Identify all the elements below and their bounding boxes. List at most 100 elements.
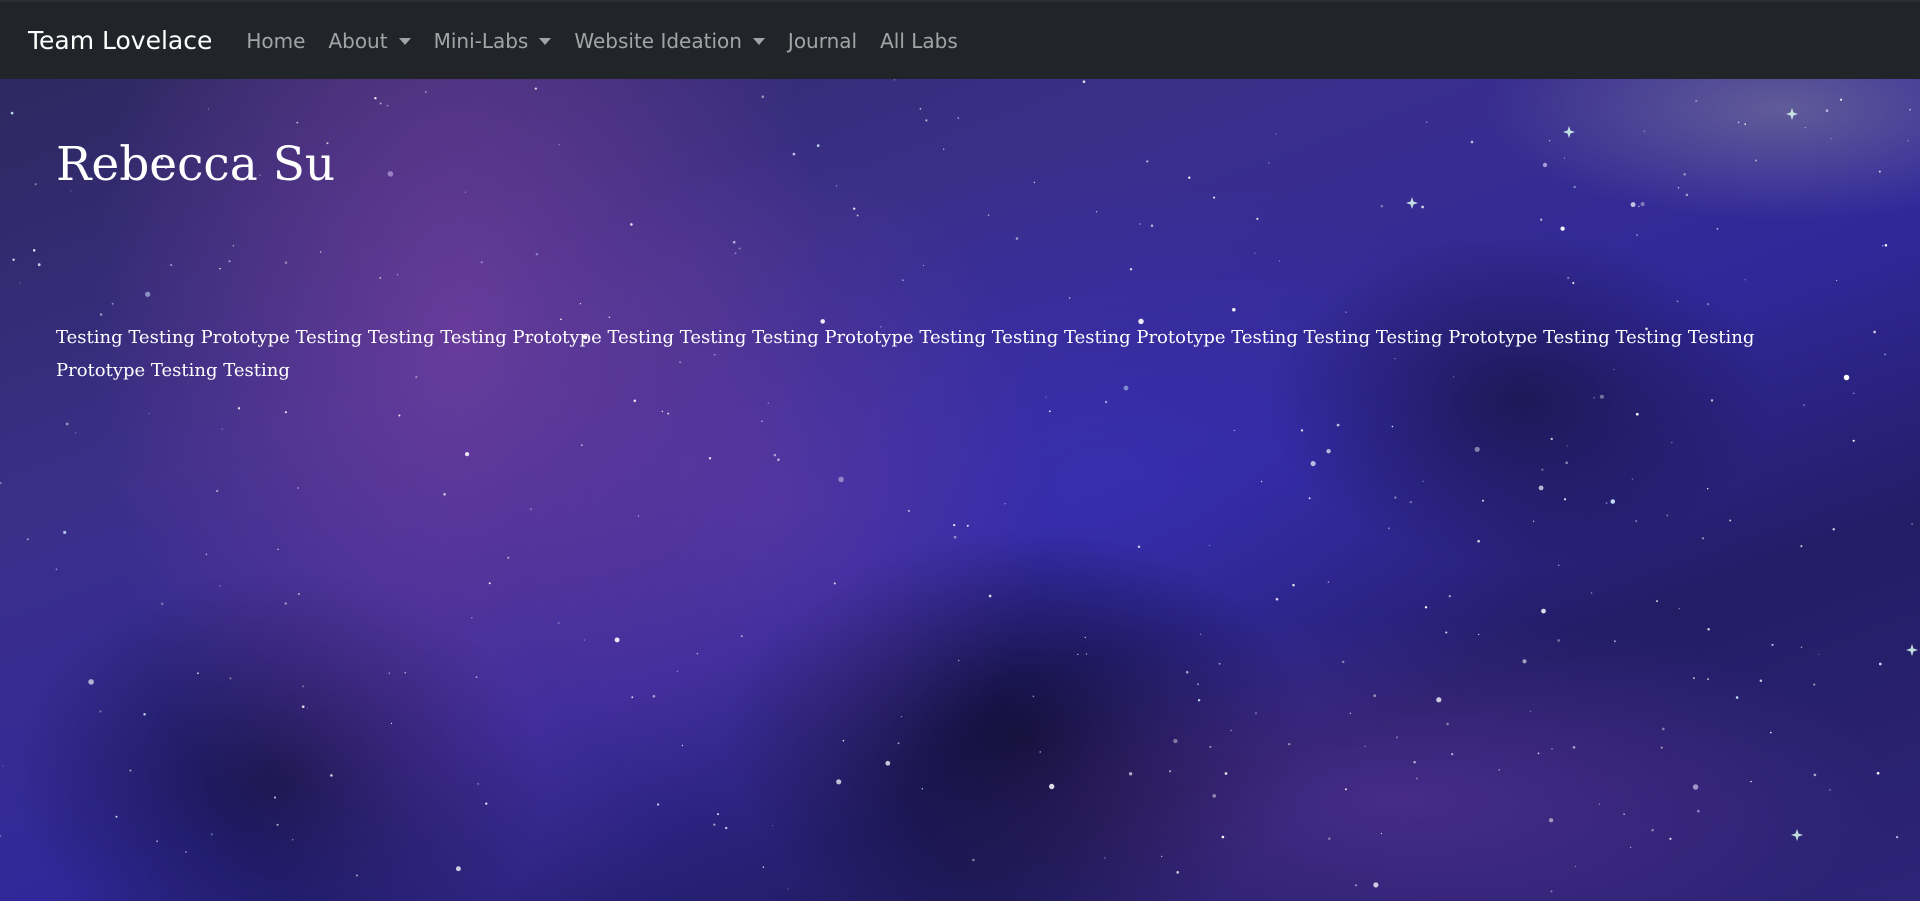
star	[1409, 500, 1412, 504]
star	[1695, 99, 1698, 102]
star	[1800, 545, 1803, 548]
star	[2, 765, 4, 767]
star	[1275, 597, 1279, 601]
star	[885, 760, 891, 766]
star	[1550, 437, 1553, 441]
star	[717, 813, 719, 816]
nav-item-all-labs[interactable]: All Labs	[880, 29, 958, 53]
star	[1884, 353, 1887, 356]
nav-item-label: Mini-Labs	[433, 28, 529, 53]
star	[1575, 865, 1577, 867]
star	[1349, 712, 1352, 715]
star	[1104, 400, 1108, 404]
star	[1813, 683, 1816, 686]
star	[1671, 441, 1673, 444]
star	[1498, 769, 1500, 771]
nav-item-home[interactable]: Home	[246, 29, 305, 53]
star	[1832, 528, 1835, 531]
star	[1446, 722, 1449, 726]
star	[455, 866, 461, 872]
star	[115, 815, 118, 818]
star	[1221, 835, 1225, 839]
star	[925, 119, 928, 122]
dropdown-caret-icon	[398, 38, 411, 45]
star	[1082, 80, 1086, 84]
star	[221, 428, 223, 430]
star	[1693, 677, 1695, 679]
star	[893, 79, 896, 81]
star	[219, 585, 221, 587]
star	[529, 508, 533, 511]
star	[1388, 527, 1390, 530]
star	[1825, 109, 1829, 112]
star	[1445, 631, 1448, 634]
star	[1212, 794, 1217, 798]
star	[1643, 130, 1646, 132]
star	[443, 493, 446, 496]
star	[1630, 846, 1632, 849]
main-content: Rebecca Su Testing Testing Prototype Tes…	[56, 137, 1836, 387]
star	[207, 108, 209, 110]
star	[1635, 520, 1638, 522]
nav-item-website-ideation[interactable]: Website Ideation	[574, 29, 765, 53]
star	[1176, 871, 1180, 874]
star	[374, 96, 377, 100]
star	[1425, 121, 1428, 124]
star	[1707, 678, 1710, 681]
star	[921, 788, 923, 790]
nav-item-about[interactable]: About	[328, 29, 411, 53]
star	[1260, 480, 1263, 483]
star	[1735, 696, 1739, 699]
star	[274, 796, 276, 799]
star	[148, 412, 150, 414]
nav-item-mini-labs[interactable]: Mini-Labs	[434, 29, 552, 53]
star	[1394, 496, 1397, 499]
star	[1572, 746, 1576, 749]
navbar-brand[interactable]: Team Lovelace	[28, 26, 212, 55]
star	[1669, 837, 1672, 840]
star	[1605, 502, 1608, 504]
star	[838, 476, 844, 483]
star	[1085, 653, 1088, 655]
nav-item-journal[interactable]: Journal	[788, 29, 857, 53]
star	[1853, 392, 1855, 394]
star	[1529, 710, 1532, 712]
star	[1631, 478, 1634, 480]
star	[1895, 835, 1899, 839]
star	[1701, 537, 1705, 540]
star	[633, 399, 637, 403]
star	[1697, 809, 1700, 813]
star	[197, 672, 199, 675]
star	[667, 412, 670, 415]
star	[833, 582, 836, 585]
star	[953, 535, 957, 539]
star	[1045, 396, 1047, 398]
star	[1623, 813, 1625, 815]
star	[1288, 743, 1291, 746]
star	[1413, 761, 1416, 764]
star	[631, 696, 634, 699]
star	[1391, 425, 1394, 428]
star	[10, 111, 14, 115]
star	[1878, 170, 1881, 173]
dropdown-caret-icon	[539, 38, 552, 45]
star	[1424, 606, 1428, 609]
star	[210, 833, 213, 836]
star	[488, 582, 491, 585]
star	[761, 95, 765, 99]
star	[1327, 581, 1330, 583]
star	[1341, 660, 1345, 664]
star	[725, 826, 728, 830]
star	[713, 823, 716, 826]
star	[1744, 123, 1747, 125]
page-title: Rebecca Su	[56, 137, 336, 192]
star	[75, 432, 77, 434]
star	[1852, 439, 1855, 442]
star	[1818, 653, 1820, 655]
star	[1532, 520, 1535, 522]
star	[507, 556, 510, 559]
star	[777, 458, 780, 462]
star	[1173, 738, 1178, 744]
star	[1364, 745, 1366, 747]
star	[1275, 133, 1277, 135]
